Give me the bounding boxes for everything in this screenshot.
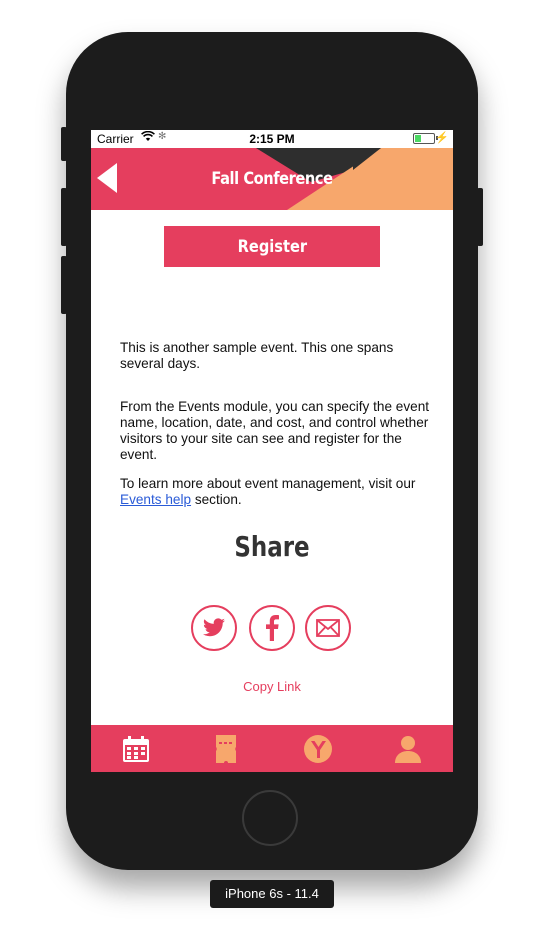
- register-button-label: Register: [237, 236, 307, 257]
- mail-icon: [316, 619, 340, 637]
- tab-tickets[interactable]: [181, 725, 271, 772]
- charging-icon: ⚡: [435, 132, 449, 144]
- email-share-button[interactable]: [305, 605, 351, 651]
- ticket-icon: [216, 734, 236, 763]
- register-button[interactable]: Register: [164, 226, 380, 267]
- volume-down-button: [61, 256, 67, 314]
- brand-y-icon: [304, 734, 332, 763]
- tab-profile[interactable]: [363, 725, 453, 772]
- tab-calendar[interactable]: [91, 725, 181, 772]
- device-label: iPhone 6s - 11.4: [210, 880, 334, 908]
- help-text-after: section.: [191, 492, 242, 507]
- battery-icon: [413, 133, 435, 144]
- volume-up-button: [61, 188, 67, 246]
- copy-link-button[interactable]: Copy Link: [91, 679, 453, 694]
- twitter-icon: [203, 618, 225, 637]
- status-time: 2:15 PM: [249, 132, 295, 146]
- app-header: Fall Conference: [91, 148, 453, 210]
- status-bar: Carrier ✻ 2:15 PM ⚡: [91, 130, 453, 148]
- power-button: [477, 188, 483, 246]
- event-description-3: To learn more about event management, vi…: [120, 476, 430, 508]
- event-description-2: From the Events module, you can specify …: [120, 399, 430, 462]
- home-button[interactable]: [242, 790, 298, 846]
- share-title: Share: [234, 530, 310, 563]
- profile-icon: [395, 735, 421, 763]
- mute-switch: [61, 127, 67, 161]
- facebook-icon: [266, 615, 279, 641]
- event-description-1: This is another sample event. This one s…: [120, 340, 394, 371]
- page-title: Fall Conference: [211, 169, 333, 189]
- facebook-share-button[interactable]: [249, 605, 295, 651]
- app-screen: Carrier ✻ 2:15 PM ⚡ Fall Conference Regi…: [91, 130, 453, 772]
- tab-brand[interactable]: [273, 725, 363, 772]
- events-help-link[interactable]: Events help: [120, 492, 191, 507]
- help-text-before: To learn more about event management, vi…: [120, 476, 416, 491]
- tab-bar: [91, 725, 453, 772]
- twitter-share-button[interactable]: [191, 605, 237, 651]
- calendar-icon: [123, 735, 149, 762]
